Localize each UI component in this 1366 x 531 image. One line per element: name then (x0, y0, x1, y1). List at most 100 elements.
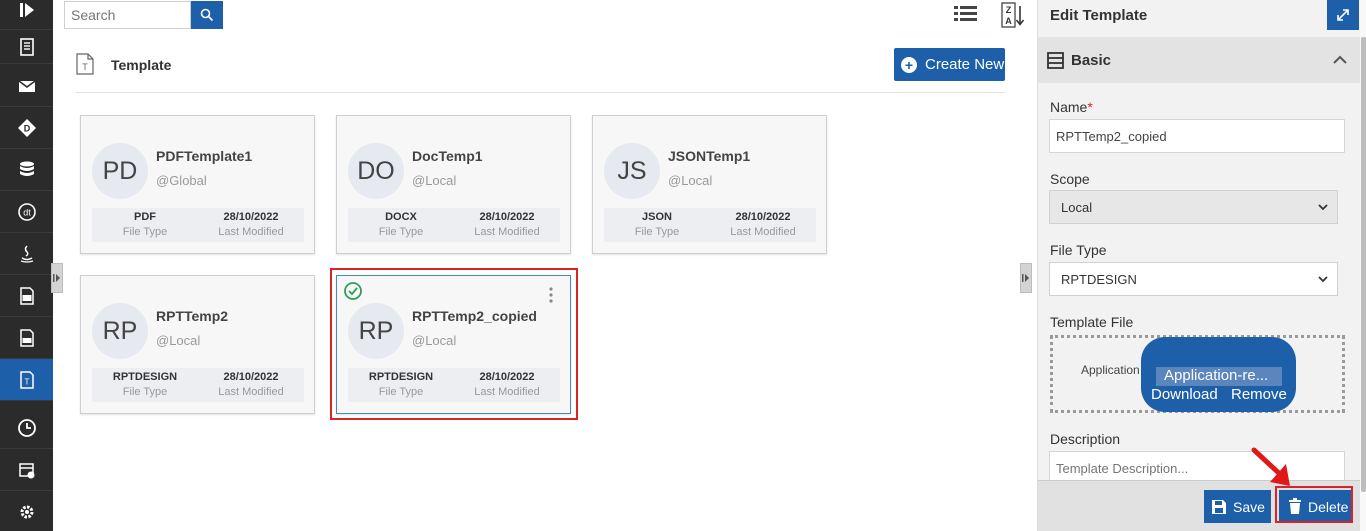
document-icon[interactable] (0, 30, 53, 64)
template-name: RPTTemp2 (156, 308, 229, 324)
template-name: DocTemp1 (412, 148, 483, 164)
more-options-icon[interactable] (547, 286, 555, 304)
dt-icon[interactable]: dt (0, 191, 53, 233)
svg-text:A: A (1005, 16, 1012, 26)
database-icon[interactable] (0, 149, 53, 191)
page-title: Template (111, 57, 172, 73)
card-meta: DOCX File Type 28/10/2022 Last Modified (348, 208, 560, 242)
template-card[interactable]: JS JSONTemp1 @Local JSON File Type 28/10/… (592, 115, 827, 254)
modified-label: Last Modified (218, 226, 284, 238)
maximize-button[interactable] (1327, 0, 1359, 30)
calendar-settings-icon[interactable] (0, 449, 53, 491)
delete-label: Delete (1308, 498, 1349, 515)
required-marker: * (1087, 99, 1093, 115)
template-file-dropzone[interactable]: Application Application-re... Download R… (1050, 335, 1345, 413)
template-scope: @Global (156, 173, 207, 188)
search-input[interactable] (64, 1, 191, 29)
check-circle-icon (344, 282, 362, 300)
card-meta: RPTDESIGN File Type 28/10/2022 Last Modifi… (92, 368, 304, 402)
page-header: T Template + Create New (76, 48, 1005, 93)
expand-right-icon (53, 274, 60, 282)
scope-select[interactable]: Local (1049, 190, 1338, 224)
template-scope: @Local (412, 173, 457, 188)
modified-value: 28/10/2022 (223, 371, 279, 383)
template-name: PDFTemplate1 (156, 148, 253, 164)
name-label: Name* (1050, 99, 1093, 115)
description-label: Description (1050, 431, 1121, 447)
avatar: PD (92, 143, 148, 199)
css-file-icon[interactable] (0, 317, 53, 359)
list-view-button[interactable] (953, 4, 979, 26)
name-input[interactable]: RPTTemp2_copied (1049, 119, 1345, 153)
file-type-label: File Type (122, 386, 168, 398)
expand-arrows-icon (1337, 9, 1349, 21)
card-meta: PDF File Type 28/10/2022 Last Modified (92, 208, 304, 242)
modified-value: 28/10/2022 (223, 211, 279, 223)
download-link[interactable]: Download (1151, 386, 1218, 403)
template-card-selected[interactable]: RP RPTTemp2_copied @Local RPTDESIGN File … (336, 275, 571, 414)
save-button[interactable]: Save (1204, 490, 1271, 523)
mail-icon[interactable] (0, 65, 53, 107)
file-type-value: RPTDESIGN (368, 371, 434, 383)
template-card[interactable]: RP RPTTemp2 @Local RPTDESIGN File Type 28… (80, 275, 315, 414)
search-icon (200, 8, 214, 22)
expand-right-icon (1022, 274, 1029, 282)
collapse-right-handle[interactable] (1020, 263, 1032, 293)
svg-text:D: D (23, 123, 30, 133)
diamond-d-icon[interactable]: D (0, 107, 53, 149)
chevron-up-icon[interactable] (1332, 52, 1348, 68)
template-scope: @Local (412, 333, 457, 348)
section-title: Basic (1071, 51, 1112, 69)
template-file-icon: T (76, 53, 94, 75)
file-type-label: File Type (122, 226, 168, 238)
dropzone-text: Application (1081, 363, 1140, 377)
modified-label: Last Modified (218, 386, 284, 398)
template-icon[interactable]: T (0, 359, 53, 401)
modified-label: Last Modified (730, 226, 796, 238)
sort-az-button[interactable]: Z A (1001, 2, 1025, 28)
delete-button[interactable]: Delete (1279, 490, 1353, 523)
left-nav-rail: D dt T (0, 0, 53, 531)
save-icon (1212, 499, 1226, 514)
remove-link[interactable]: Remove (1231, 386, 1287, 403)
collapse-left-handle[interactable] (51, 263, 63, 293)
ts-file-icon[interactable] (0, 275, 53, 317)
search-button[interactable] (191, 1, 223, 29)
panel-footer: Save Delete (1038, 480, 1360, 531)
file-type-value: RPTDESIGN (1061, 272, 1137, 287)
create-new-button[interactable]: + Create New (894, 48, 1005, 81)
form-section-icon (1047, 51, 1064, 69)
scope-value: Local (1061, 200, 1093, 215)
modified-value: 28/10/2022 (479, 371, 535, 383)
template-name: RPTTemp2_copied (412, 308, 537, 324)
expand-nav-icon[interactable] (0, 0, 53, 30)
panel-title: Edit Template (1050, 7, 1148, 24)
gear-icon[interactable] (0, 491, 53, 531)
avatar: JS (604, 143, 660, 199)
file-type-select[interactable]: RPTDESIGN (1049, 262, 1338, 296)
template-card[interactable]: PD PDFTemplate1 @Global PDF File Type 28/… (80, 115, 315, 254)
svg-text:T: T (82, 62, 88, 72)
save-label: Save (1233, 498, 1265, 515)
sort-az-icon: Z A (1001, 2, 1025, 28)
modified-value: 28/10/2022 (735, 211, 791, 223)
card-meta: JSON File Type 28/10/2022 Last Modified (604, 208, 816, 242)
file-type-label: File Type (1050, 242, 1107, 258)
section-header-basic[interactable]: Basic (1038, 37, 1360, 83)
avatar: RP (92, 303, 148, 359)
file-type-label: File Type (378, 386, 424, 398)
file-name: Application-re... (1156, 367, 1282, 386)
trash-icon (1289, 498, 1301, 514)
chevron-down-icon (1318, 276, 1328, 283)
list-icon (954, 6, 977, 21)
template-card[interactable]: DO DocTemp1 @Local DOCX File Type 28/10/2… (336, 115, 571, 254)
plus-circle-icon: + (901, 56, 917, 73)
panel-scrollbar-thumb[interactable] (1361, 37, 1366, 492)
svg-text:Z: Z (1006, 5, 1012, 15)
svg-text:T: T (24, 377, 29, 386)
file-type-value: PDF (134, 211, 156, 223)
java-icon[interactable] (0, 233, 53, 275)
clock-icon[interactable] (0, 407, 53, 449)
svg-text:dt: dt (23, 207, 31, 217)
scope-label: Scope (1050, 171, 1090, 187)
